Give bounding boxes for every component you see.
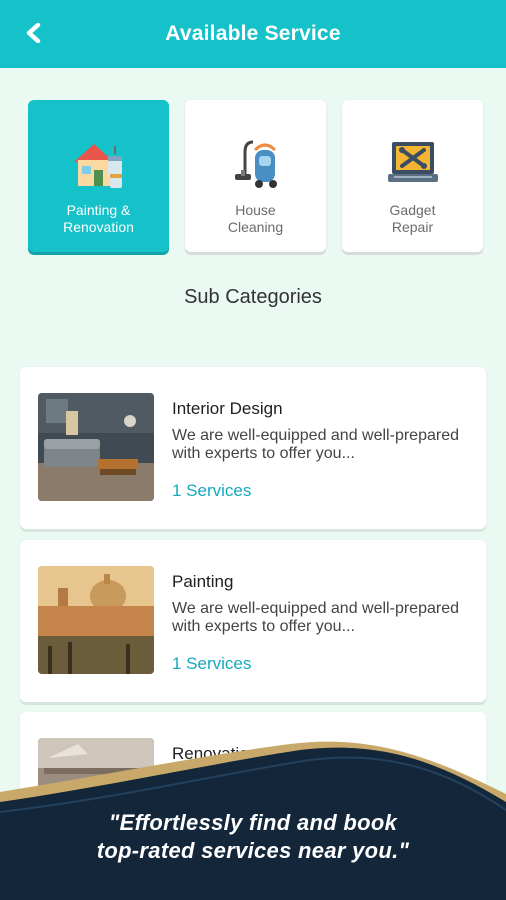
subcategory-title: Interior Design xyxy=(172,399,283,418)
promo-banner: "Effortlessly find and book top-rated se… xyxy=(0,736,506,900)
subcategory-description: We are well-equipped and well-prepared w… xyxy=(172,427,459,462)
top-app-bar: Available Service xyxy=(0,0,506,68)
category-selector: Painting & Renovation House Cleaning Gad… xyxy=(28,100,484,260)
sub-categories-heading: Sub Categories xyxy=(184,286,322,308)
subcategory-title: Painting xyxy=(172,572,234,591)
category-label: Gadget Repair xyxy=(389,202,436,235)
chevron-left-icon xyxy=(26,23,41,43)
subcategory-services-count[interactable]: 1 Services xyxy=(172,654,251,674)
interior-design-image xyxy=(38,393,154,501)
category-painting-renovation[interactable]: Painting & Renovation xyxy=(28,100,169,252)
paint-house-icon xyxy=(73,144,122,188)
page-title: Available Service xyxy=(165,22,341,45)
category-label: House Cleaning xyxy=(227,202,284,235)
category-label: Painting & Renovation xyxy=(63,202,134,235)
subcategory-services-count[interactable]: 1 Services xyxy=(172,481,251,501)
category-gadget-repair[interactable]: Gadget Repair xyxy=(342,100,483,252)
back-button[interactable] xyxy=(20,20,46,46)
vacuum-cleaner-icon xyxy=(234,140,277,188)
promo-text-line-2: top-rated services near you." xyxy=(96,838,410,863)
category-house-cleaning[interactable]: House Cleaning xyxy=(185,100,326,252)
promo-text-line-1: "Effortlessly find and book xyxy=(108,810,398,835)
painting-image xyxy=(38,566,154,674)
laptop-repair-icon xyxy=(387,142,438,182)
subcategory-description: We are well-equipped and well-prepared w… xyxy=(172,600,459,635)
subcategory-card-painting[interactable]: Painting We are well-equipped and well-p… xyxy=(20,540,486,702)
subcategory-card-interior-design[interactable]: Interior Design We are well-equipped and… xyxy=(20,367,486,529)
